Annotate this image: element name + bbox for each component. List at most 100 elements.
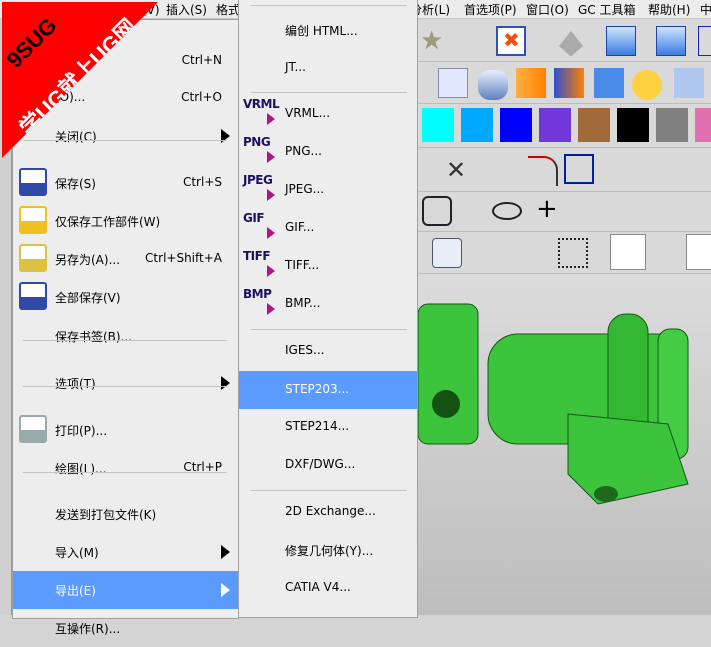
- boss-icon[interactable]: [674, 68, 704, 98]
- menu-item-label: 保存(S): [55, 177, 96, 191]
- export-menu-item[interactable]: JT...: [239, 49, 417, 87]
- trim-icon[interactable]: ✕: [446, 156, 476, 186]
- sheet-metal-icon[interactable]: [559, 31, 583, 57]
- menu-item-label: 绘图(L)...: [55, 462, 107, 476]
- graphics-viewport[interactable]: [417, 274, 711, 615]
- menubar-item[interactable]: 窗口(O): [526, 1, 569, 18]
- point-icon[interactable]: +: [536, 194, 566, 224]
- format-vrml-icon: VRML: [243, 97, 280, 125]
- export-menu-item[interactable]: VRML VRML...: [239, 95, 417, 133]
- tube-icon[interactable]: [478, 70, 508, 100]
- menu-item-label: 打印(P)...: [55, 424, 108, 438]
- export-menu-item[interactable]: 修复几何体(Y)...: [239, 531, 417, 569]
- star-icon[interactable]: ★: [420, 26, 450, 56]
- color-swatch[interactable]: [461, 108, 493, 142]
- chevron-right-icon: [221, 376, 230, 390]
- polygon-icon[interactable]: [422, 196, 452, 226]
- menu-item-label: 2D Exchange...: [285, 504, 376, 518]
- export-menu-item[interactable]: TIFF TIFF...: [239, 247, 417, 285]
- menu-item-label: BMP...: [285, 296, 321, 310]
- wireframe-block-icon[interactable]: [698, 26, 711, 56]
- color-swatch[interactable]: [695, 108, 711, 142]
- color-swatch[interactable]: [578, 108, 610, 142]
- file-menu-item[interactable]: 仅保存工作部件(W): [13, 202, 238, 240]
- export-menu-item[interactable]: DXF/DWG...: [239, 446, 417, 484]
- snap-point-icon[interactable]: [610, 234, 646, 270]
- file-menu-item[interactable]: 保存书签(B)...: [13, 317, 238, 355]
- color-swatch[interactable]: [617, 108, 649, 142]
- menu-separator: [251, 329, 407, 330]
- menu-item-label: VRML...: [285, 106, 331, 120]
- chamfer-icon[interactable]: [564, 154, 594, 184]
- menu-item-shortcut: Ctrl+Shift+A: [145, 251, 222, 265]
- export-menu-item[interactable]: GIF GIF...: [239, 209, 417, 247]
- export-menu-item[interactable]: CATIA V4...: [239, 569, 417, 607]
- menubar-item[interactable]: 帮助(H): [648, 1, 690, 18]
- fillet-curve-icon[interactable]: [528, 156, 558, 186]
- file-menu-item[interactable]: 绘图(L)... Ctrl+P: [13, 449, 238, 487]
- format-gif-icon: GIF: [243, 211, 275, 239]
- menu-item-label: 另存为(A)...: [55, 253, 121, 267]
- pad-icon[interactable]: [632, 70, 662, 100]
- menubar-item[interactable]: GC 工具箱: [578, 1, 636, 18]
- menu-separator: [23, 386, 227, 387]
- hole-icon[interactable]: [594, 68, 624, 98]
- menu-item-shortcut: Ctrl+N: [181, 53, 222, 67]
- file-menu-item[interactable]: 另存为(A)... Ctrl+Shift+A: [13, 240, 238, 278]
- menubar-item[interactable]: 中: [700, 1, 711, 18]
- menu-item-label: 互操作(R)...: [55, 622, 121, 636]
- triangle-icon: [267, 265, 275, 277]
- menu-item-label: 关闭(C): [55, 130, 97, 144]
- color-palette: [418, 104, 711, 148]
- toolbar-row-1: ★ ✖: [418, 20, 711, 62]
- format-label: BMP: [243, 287, 272, 301]
- rectangle-select-icon[interactable]: [558, 238, 588, 268]
- triangle-icon: [267, 303, 275, 315]
- file-menu-item[interactable]: 发送到打包文件(K): [13, 495, 238, 533]
- menu-item-label: 保存书签(B)...: [55, 330, 133, 344]
- color-swatch[interactable]: [422, 108, 454, 142]
- export-menu-item[interactable]: 2D Exchange...: [239, 493, 417, 531]
- green-part-model: [417, 303, 689, 505]
- menu-item-label: 导出(E): [55, 584, 96, 598]
- block-icon[interactable]: [606, 26, 636, 56]
- color-swatch[interactable]: [656, 108, 688, 142]
- save-as-icon: [19, 244, 47, 272]
- eraser-icon[interactable]: [432, 238, 462, 268]
- export-menu-item[interactable]: STEP214...: [239, 408, 417, 446]
- format-png-icon: PNG: [243, 135, 275, 163]
- revolve-icon[interactable]: [554, 68, 584, 98]
- menubar-item[interactable]: 格式: [216, 1, 240, 18]
- file-menu-item[interactable]: 保存(S) Ctrl+S: [13, 164, 238, 202]
- logo-text-1: 9SUG: [1, 12, 62, 73]
- toolbar-row-2: [418, 62, 711, 104]
- save-work-part-icon: [19, 206, 47, 234]
- export-menu-item[interactable]: STEP203...: [239, 371, 417, 409]
- export-menu-item[interactable]: JPEG JPEG...: [239, 171, 417, 209]
- file-menu-item[interactable]: 全部保存(V): [13, 278, 238, 316]
- color-swatch[interactable]: [500, 108, 532, 142]
- line-icon[interactable]: [686, 234, 711, 270]
- menubar-item[interactable]: 插入(S): [166, 1, 207, 18]
- file-menu-item[interactable]: 导入(M): [13, 533, 238, 571]
- export-menu-item[interactable]: PNG PNG...: [239, 133, 417, 171]
- file-menu-item[interactable]: 选项(T): [13, 364, 238, 402]
- block-icon[interactable]: [656, 26, 686, 56]
- fit-view-icon[interactable]: ✖: [496, 26, 526, 56]
- export-submenu: 编创 HTML... JT... VRML VRML... PNG PNG... JPEG J…: [238, 0, 418, 618]
- menu-item-label: 选项(T): [55, 377, 96, 391]
- export-menu-item[interactable]: IGES...: [239, 332, 417, 370]
- export-menu-item[interactable]: BMP BMP...: [239, 285, 417, 323]
- file-menu-item[interactable]: 关闭(C): [13, 117, 238, 155]
- menubar-item[interactable]: 首选项(P): [464, 1, 517, 18]
- extrude-icon[interactable]: [516, 68, 546, 98]
- menu-item-label: CATIA V4...: [285, 580, 351, 594]
- surface-icon[interactable]: [438, 68, 468, 98]
- file-menu-item[interactable]: 打印(P)...: [13, 411, 238, 449]
- ellipse-icon[interactable]: [492, 202, 522, 220]
- format-label: TIFF: [243, 249, 271, 263]
- export-menu-item[interactable]: 编创 HTML...: [239, 11, 417, 49]
- file-menu-item[interactable]: 导出(E): [13, 571, 238, 609]
- menu-item-label: 导入(M): [55, 546, 99, 560]
- color-swatch[interactable]: [539, 108, 571, 142]
